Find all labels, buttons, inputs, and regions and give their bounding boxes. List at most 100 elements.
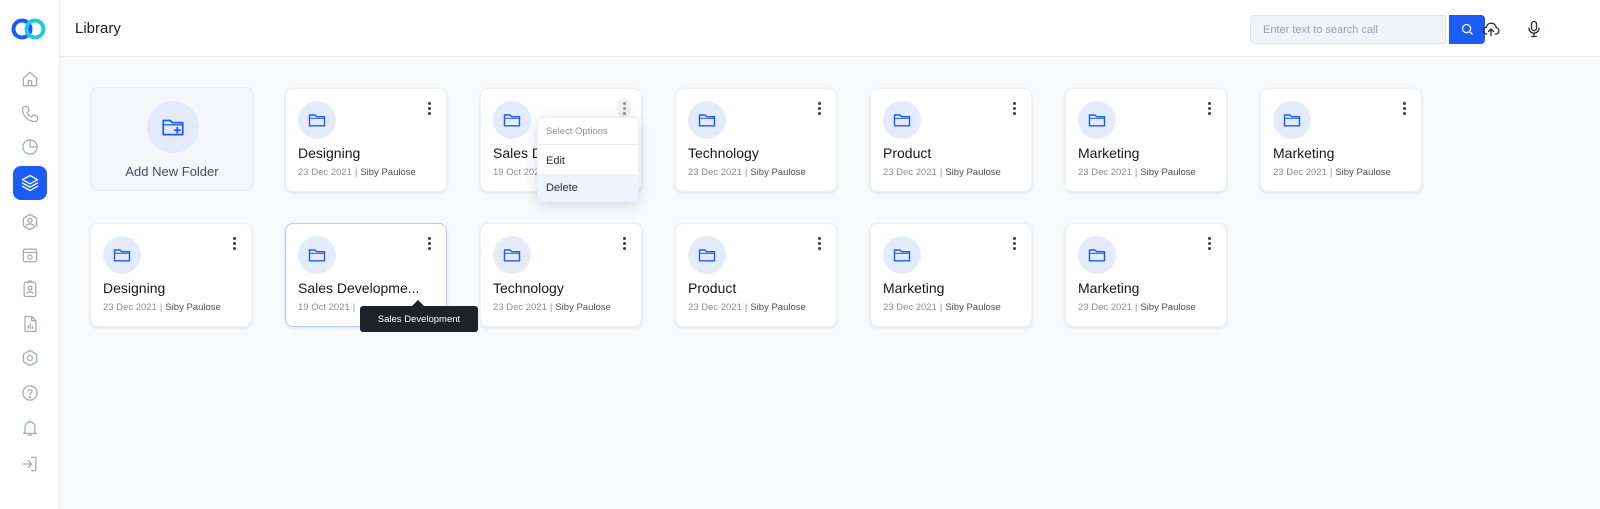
folder-author: Siby Paulose — [1140, 302, 1196, 313]
folder-card[interactable]: Marketing 23 Dec 2021 | Siby Paulose — [1065, 88, 1227, 192]
more-options-button[interactable] — [1007, 234, 1021, 252]
folder-card[interactable]: Product 23 Dec 2021 | Siby Paulose — [870, 88, 1032, 192]
folder-icon-wrap — [688, 101, 726, 139]
sidebar-item-home[interactable] — [0, 62, 60, 96]
folder-card[interactable]: Marketing 23 Dec 2021 | Siby Paulose — [870, 223, 1032, 327]
folder-author: Siby Paulose — [750, 167, 806, 178]
page-title: Library — [75, 20, 121, 37]
menu-item-edit[interactable]: Edit — [538, 147, 638, 175]
search-input[interactable] — [1250, 15, 1446, 44]
dropdown-header: Select Options — [546, 126, 608, 137]
folder-date: 23 Dec 2021 — [1273, 167, 1327, 178]
bell-icon — [23, 419, 37, 436]
folder-name: Marketing — [883, 280, 945, 296]
pie-chart-icon — [22, 139, 38, 155]
folder-meta: 23 Dec 2021 | Siby Paulose — [688, 302, 806, 313]
folder-date: 19 Oct 2021 — [298, 302, 350, 313]
more-options-button[interactable] — [227, 234, 241, 252]
folder-name: Product — [688, 280, 737, 296]
folder-card[interactable]: Technology 23 Dec 2021 | Siby Paulose — [480, 223, 642, 327]
add-new-folder-card[interactable]: Add New Folder — [90, 87, 254, 191]
folder-date: 23 Dec 2021 — [1078, 167, 1132, 178]
folder-name: Product — [883, 145, 932, 161]
folder-icon-wrap — [493, 101, 531, 139]
folder-meta: 23 Dec 2021 | Siby Paulose — [1078, 167, 1196, 178]
folder-date: 23 Dec 2021 — [493, 302, 547, 313]
folder-author: Siby Paulose — [360, 167, 416, 178]
more-options-button[interactable] — [617, 99, 631, 117]
folder-add-icon — [162, 119, 184, 136]
menu-item-delete[interactable]: Delete — [538, 174, 638, 202]
folder-icon-wrap — [883, 101, 921, 139]
sidebar-item-library[interactable] — [0, 166, 60, 200]
sidebar-item-contacts[interactable] — [0, 272, 60, 306]
folder-icon-wrap — [1078, 236, 1116, 274]
folder-icon-wrap — [1273, 101, 1311, 139]
folder-meta: 23 Dec 2021 | Siby Paulose — [103, 302, 221, 313]
sidebar-item-calls[interactable] — [0, 97, 60, 131]
sidebar-item-settings[interactable] — [0, 341, 60, 375]
folder-name: Technology — [688, 145, 759, 161]
more-options-button[interactable] — [812, 234, 826, 252]
more-options-button[interactable] — [422, 234, 436, 252]
folder-icon — [308, 114, 326, 127]
upload-button[interactable] — [1480, 18, 1502, 40]
folder-name-tooltip: Sales Development — [360, 300, 478, 332]
more-options-button[interactable] — [422, 99, 436, 117]
sidebar-item-analytics[interactable] — [0, 130, 60, 164]
folder-name: Designing — [103, 280, 166, 296]
sidebar-item-users[interactable] — [0, 205, 60, 239]
microphone-icon — [1528, 20, 1540, 38]
folder-date: 23 Dec 2021 — [1078, 302, 1132, 313]
folder-card[interactable]: Designing 23 Dec 2021 | Siby Paulose — [90, 223, 252, 327]
folder-name: Sales Developme... — [298, 280, 420, 296]
sidebar-active-pill — [13, 166, 47, 200]
folder-date: 23 Dec 2021 — [103, 302, 157, 313]
more-options-button[interactable] — [812, 99, 826, 117]
voice-search-button[interactable] — [1523, 18, 1545, 40]
folder-meta: 23 Dec 2021 | Siby Paulose — [493, 302, 611, 313]
folder-icon — [1088, 114, 1106, 127]
folder-icon — [893, 114, 911, 127]
folder-name: Marketing — [1273, 145, 1335, 161]
sidebar-item-reports[interactable] — [0, 307, 60, 341]
phone-icon — [21, 105, 39, 123]
folder-date: 19 Oct 202 — [493, 167, 540, 178]
calendar-icon — [22, 248, 38, 263]
more-options-button[interactable] — [1202, 234, 1216, 252]
folder-card[interactable]: Technology 23 Dec 2021 | Siby Paulose — [675, 88, 837, 192]
folder-icon-wrap — [1078, 101, 1116, 139]
logout-icon — [22, 456, 37, 472]
app-logo[interactable] — [11, 18, 47, 40]
layers-icon — [21, 174, 39, 192]
folder-icon — [1088, 249, 1106, 262]
sidebar-item-help[interactable] — [0, 376, 60, 410]
folder-card[interactable]: Product 23 Dec 2021 | Siby Paulose — [675, 223, 837, 327]
folder-card[interactable]: Marketing 23 Dec 2021 | Siby Paulose — [1260, 88, 1422, 192]
more-options-button[interactable] — [1202, 99, 1216, 117]
more-options-button[interactable] — [1007, 99, 1021, 117]
folder-card[interactable]: Marketing 23 Dec 2021 | Siby Paulose — [1065, 223, 1227, 327]
report-icon — [24, 315, 37, 333]
dropdown-divider — [538, 144, 638, 145]
more-options-button[interactable] — [1397, 99, 1411, 117]
folder-icon — [893, 249, 911, 262]
sidebar-item-notifications[interactable] — [0, 411, 60, 445]
folder-card[interactable]: Designing 23 Dec 2021 | Siby Paulose — [285, 88, 447, 192]
folder-meta: 23 Dec 2021 | Siby Paulose — [1273, 167, 1391, 178]
sidebar-item-logout[interactable] — [0, 447, 60, 481]
folder-author: Siby Paulose — [1335, 167, 1391, 178]
folder-icon-wrap — [493, 236, 531, 274]
folder-meta: 23 Dec 2021 | Siby Paulose — [1078, 302, 1196, 313]
folder-meta: 23 Dec 2021 | Siby Paulose — [883, 167, 1001, 178]
folder-meta: 23 Dec 2021 | Siby Paulose — [688, 167, 806, 178]
folder-icon — [308, 249, 326, 262]
folder-meta: 23 Dec 2021 | Siby Paulose — [883, 302, 1001, 313]
folder-name: Marketing — [1078, 145, 1140, 161]
folder-author: Siby Paulose — [1140, 167, 1196, 178]
sidebar-item-calendar[interactable] — [0, 238, 60, 272]
folder-date: 23 Dec 2021 — [883, 302, 937, 313]
more-options-button[interactable] — [617, 234, 631, 252]
folder-icon — [113, 249, 131, 262]
user-settings-icon — [22, 213, 38, 231]
